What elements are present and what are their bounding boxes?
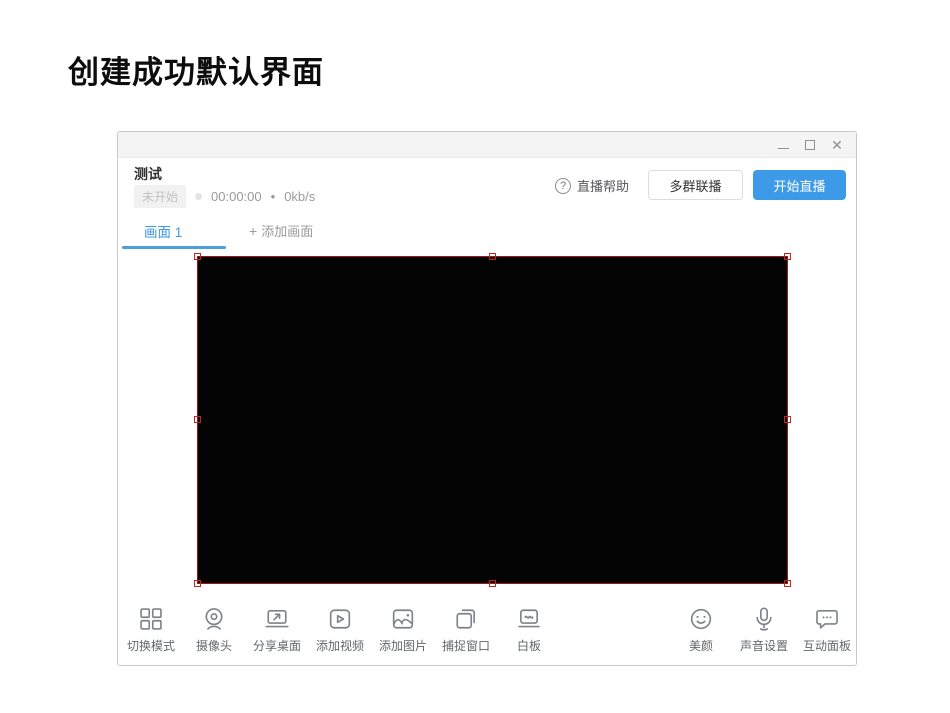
resize-handle-middle-left[interactable] (194, 416, 201, 423)
toolbar-item-interactive-panel[interactable]: 互动面板 (798, 605, 856, 654)
status-dot-icon (195, 192, 203, 200)
maximize-icon[interactable] (803, 138, 817, 152)
video-preview-canvas[interactable] (194, 253, 791, 587)
add-screen-tab[interactable]: + 添加画面 (249, 221, 313, 240)
toolbar-label: 添加视频 (315, 639, 364, 653)
toolbar-left-group: 切换模式 摄像头 分享桌面 添加视频 添加图片 捕捉窗口 白板 (122, 605, 558, 654)
tab-screen-1[interactable]: 画面 1 (144, 221, 182, 241)
toolbar-label: 摄像头 (195, 639, 232, 653)
start-live-button[interactable]: 开始直播 (753, 170, 846, 200)
window-titlebar: ✕ (118, 132, 856, 158)
window-controls: ✕ (776, 132, 844, 158)
toolbar-item-sound-settings[interactable]: 声音设置 (735, 605, 793, 654)
whiteboard-icon (518, 609, 540, 628)
microphone-icon (756, 607, 772, 631)
chat-panel-icon (816, 610, 838, 629)
resize-handle-top-center[interactable] (488, 253, 496, 260)
beauty-face-icon (690, 608, 712, 630)
toolbar-right-group: 美颜 声音设置 互动面板 (672, 605, 856, 654)
toolbar-item-switch-mode[interactable]: 切换模式 (122, 605, 180, 654)
toolbar-item-beauty[interactable]: 美颜 (672, 605, 730, 654)
status-row: 未开始 00:00:00 • 0kb/s (134, 184, 316, 208)
stream-timer: 00:00:00 (211, 188, 262, 204)
resize-handle-bottom-center[interactable] (488, 580, 496, 587)
page-title: 创建成功默认界面 (68, 55, 324, 90)
add-screen-label: 添加画面 (261, 224, 314, 239)
page: 创建成功默认界面 ✕ 测试 未开始 00:00:00 • 0kb/s ? 直播帮… (0, 0, 950, 713)
stream-title: 测试 (134, 166, 162, 182)
resize-handle-top-left[interactable] (194, 253, 201, 260)
active-tab-underline (122, 246, 226, 249)
camera-icon (205, 608, 223, 630)
question-mark-icon: ? (555, 177, 571, 194)
toolbar-item-share-desktop[interactable]: 分享桌面 (248, 605, 306, 654)
add-image-icon (392, 609, 414, 629)
toolbar-label: 捕捉窗口 (441, 639, 490, 653)
toolbar-item-whiteboard[interactable]: 白板 (500, 605, 558, 654)
multi-group-broadcast-button[interactable]: 多群联播 (648, 170, 743, 200)
toolbar-item-camera[interactable]: 摄像头 (185, 605, 243, 654)
stream-bitrate: 0kb/s (284, 188, 316, 204)
share-desktop-icon (265, 610, 289, 628)
toolbar-item-add-video[interactable]: 添加视频 (311, 605, 369, 654)
status-badge: 未开始 (134, 184, 187, 208)
toolbar-label: 分享桌面 (252, 639, 301, 653)
toolbar-label: 美颜 (688, 639, 713, 653)
toolbar-label: 互动面板 (802, 639, 851, 653)
toolbar-label: 白板 (516, 639, 541, 653)
status-separator: • (270, 188, 276, 204)
toolbar-item-capture-window[interactable]: 捕捉窗口 (437, 605, 495, 654)
plus-icon: + (249, 223, 258, 239)
toolbar-label: 声音设置 (739, 639, 788, 653)
minimize-icon[interactable] (776, 138, 790, 152)
add-video-icon (329, 609, 351, 629)
resize-handle-bottom-left[interactable] (194, 580, 201, 587)
resize-handle-top-right[interactable] (784, 253, 791, 260)
resize-handle-bottom-right[interactable] (784, 580, 791, 587)
bottom-toolbar: 切换模式 摄像头 分享桌面 添加视频 添加图片 捕捉窗口 白板 美颜 声音设置 … (118, 605, 856, 661)
toolbar-label: 添加图片 (378, 639, 427, 653)
app-window: ✕ 测试 未开始 00:00:00 • 0kb/s ? 直播帮助 多群联播 开始… (117, 131, 857, 666)
live-help-label: 直播帮助 (577, 179, 630, 194)
close-icon[interactable]: ✕ (830, 138, 844, 152)
toolbar-label: 切换模式 (126, 639, 175, 653)
grid-icon (140, 608, 162, 630)
toolbar-item-add-image[interactable]: 添加图片 (374, 605, 432, 654)
capture-window-icon (456, 609, 475, 629)
resize-handle-middle-right[interactable] (784, 416, 791, 423)
live-help-link[interactable]: ? 直播帮助 (555, 176, 629, 195)
